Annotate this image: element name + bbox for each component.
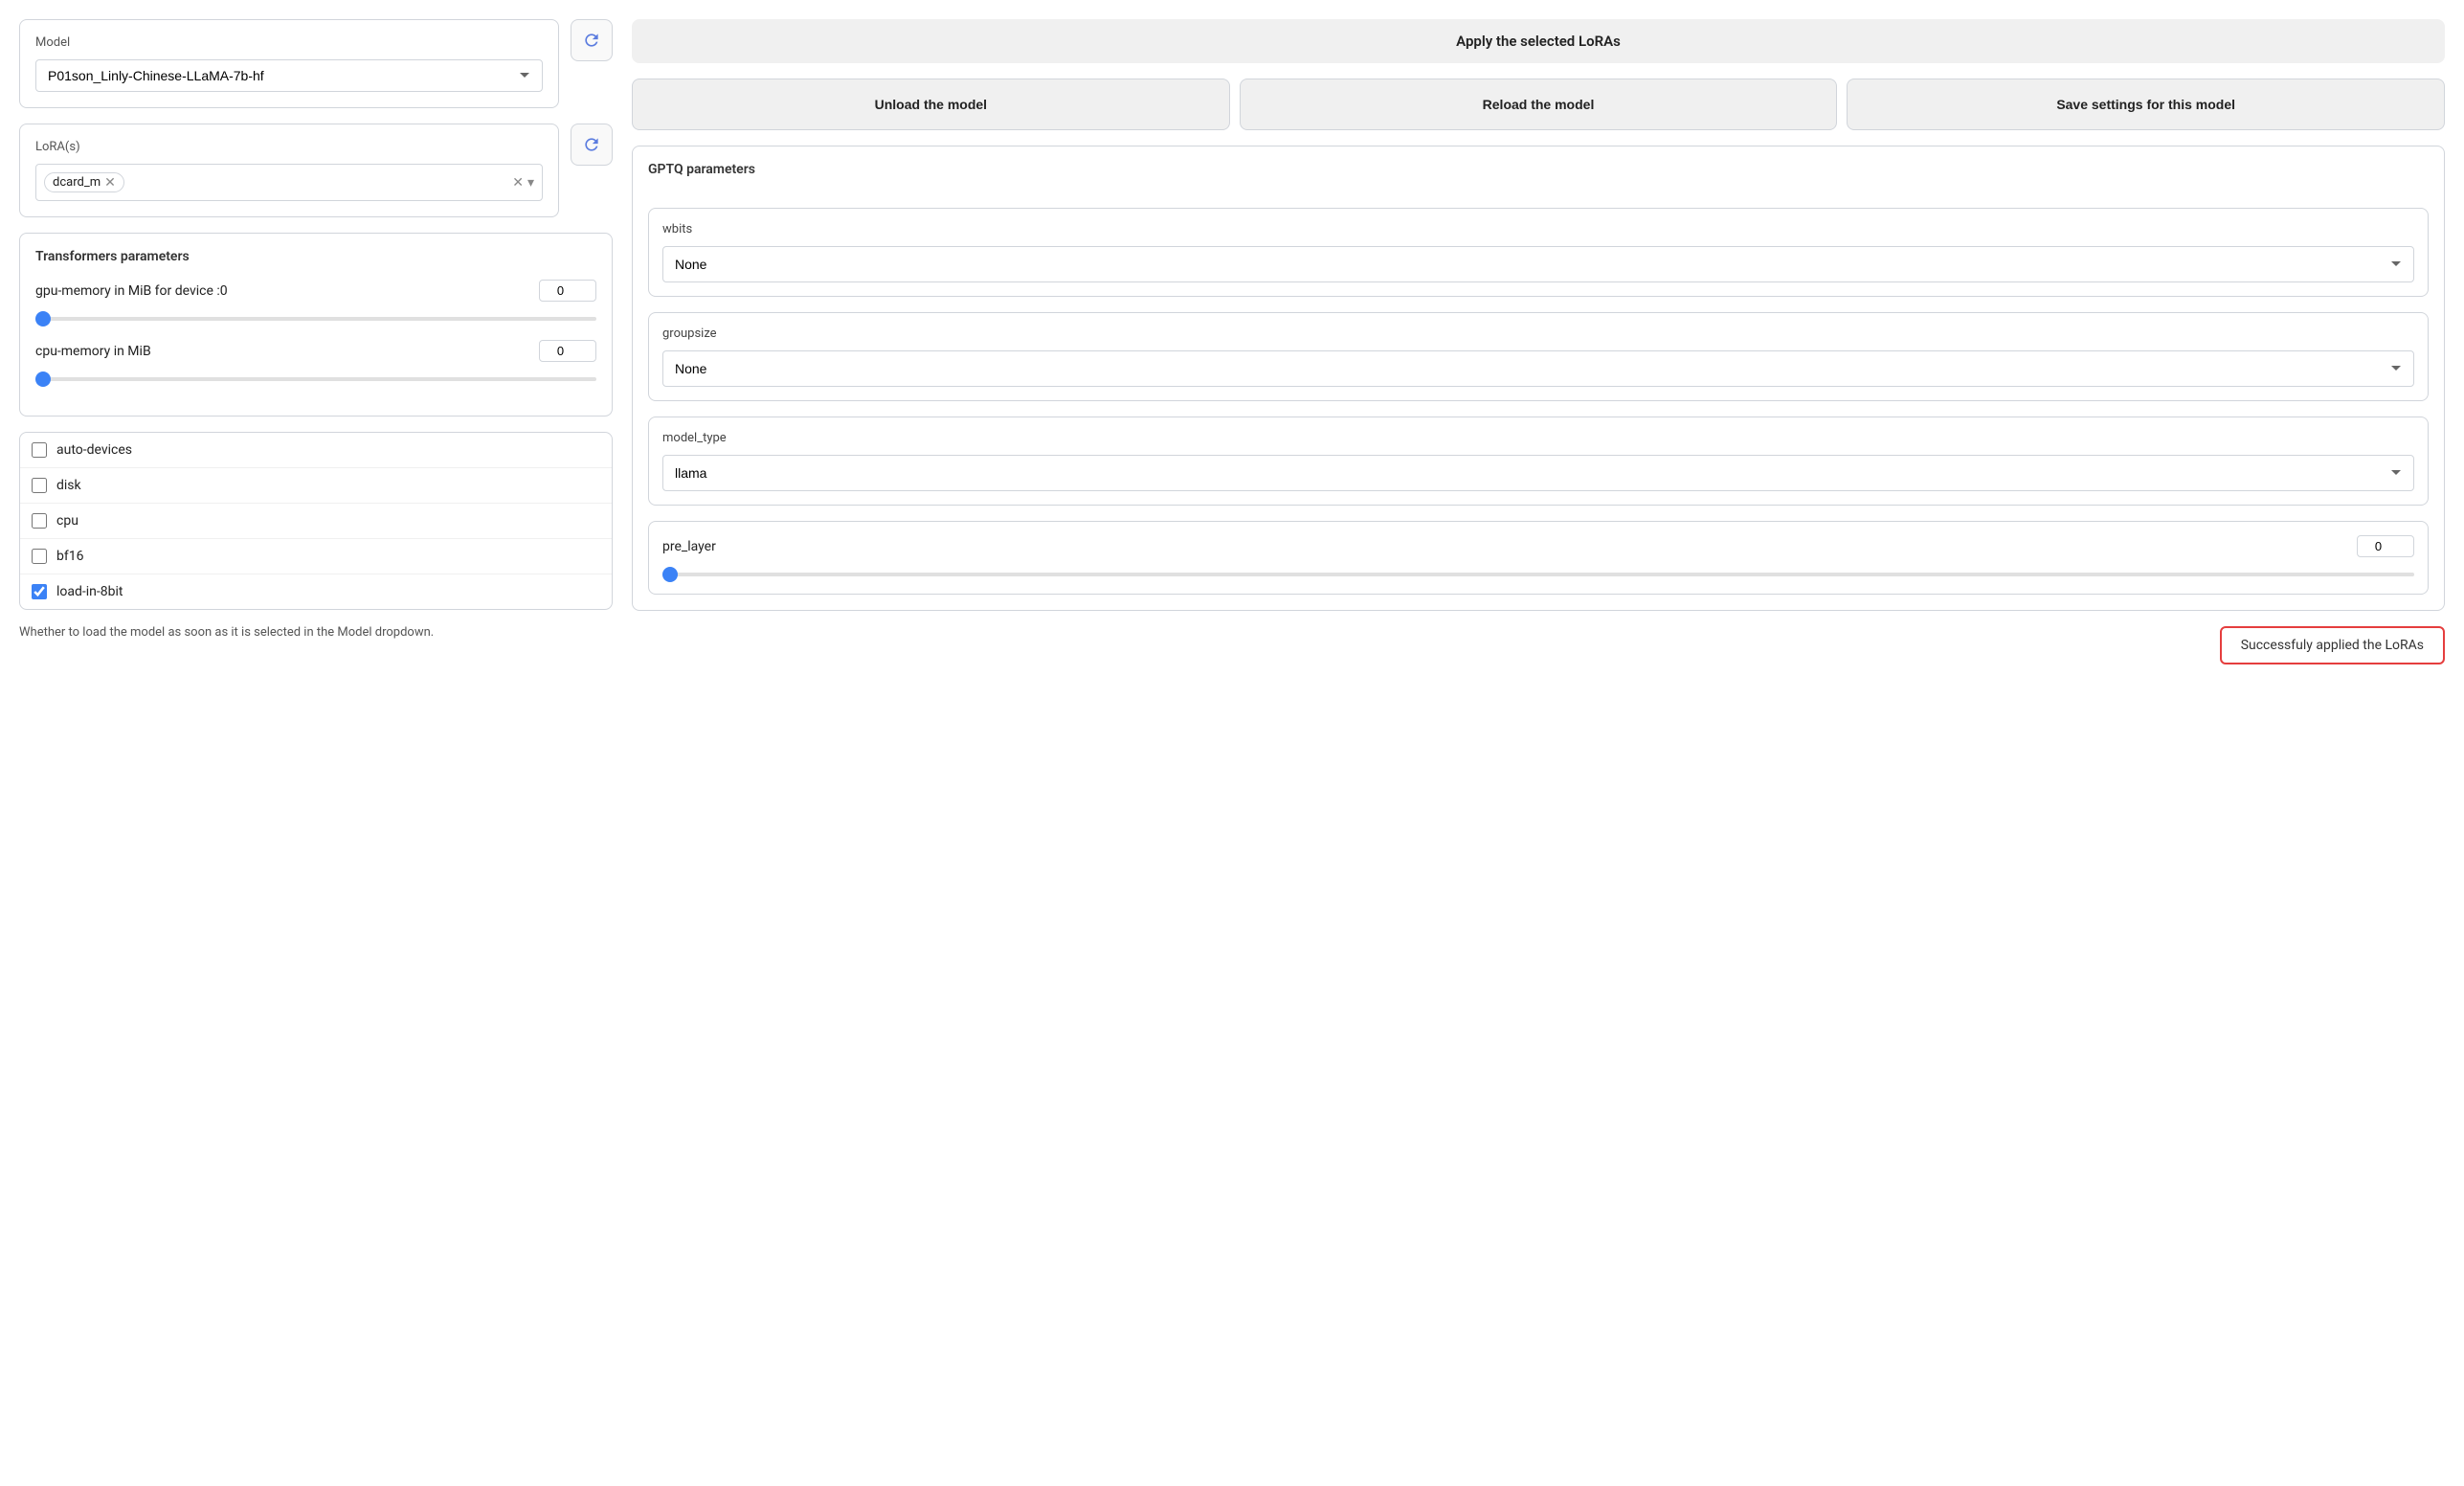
action-buttons: Unload the model Reload the model Save s… xyxy=(632,79,2445,130)
load-in-8bit-row: load-in-8bit xyxy=(20,574,612,609)
model-label: Model xyxy=(35,35,543,50)
gpu-memory-param: gpu-memory in MiB for device :0 xyxy=(35,280,596,325)
pre-layer-label: pre_layer xyxy=(662,539,716,554)
model-type-param-block: model_type llama opt gpt-j xyxy=(648,417,2429,506)
apply-loras-bar: Apply the selected LoRAs xyxy=(632,19,2445,63)
groupsize-param-block: groupsize None 32 64 128 1024 xyxy=(648,312,2429,401)
wbits-label: wbits xyxy=(662,222,2414,236)
pre-layer-slider[interactable] xyxy=(662,573,2414,576)
lora-input-area[interactable]: dcard_m ✕ ✕ ▾ xyxy=(35,164,543,201)
cpu-label: cpu xyxy=(56,513,78,529)
gpu-memory-input[interactable] xyxy=(539,280,596,302)
wbits-param-block: wbits None 2 3 4 8 xyxy=(648,208,2429,297)
load-in-8bit-checkbox[interactable] xyxy=(32,584,47,599)
gpu-memory-label: gpu-memory in MiB for device :0 xyxy=(35,283,228,299)
pre-layer-input[interactable] xyxy=(2357,535,2414,557)
cpu-memory-param: cpu-memory in MiB xyxy=(35,340,596,385)
lora-clear-x-icon: ✕ xyxy=(512,175,524,191)
lora-dropdown-icon: ▾ xyxy=(527,175,534,191)
bf16-checkbox[interactable] xyxy=(32,549,47,564)
cpu-checkbox[interactable] xyxy=(32,513,47,529)
bf16-row: bf16 xyxy=(20,539,612,574)
gptq-params-section: GPTQ parameters wbits None 2 3 4 8 group… xyxy=(632,146,2445,611)
transformers-params-section: Transformers parameters gpu-memory in Mi… xyxy=(19,233,613,417)
gptq-params-title: GPTQ parameters xyxy=(648,162,2429,177)
lora-clear-button[interactable]: ✕ ▾ xyxy=(512,175,534,191)
disk-row: disk xyxy=(20,468,612,504)
disk-label: disk xyxy=(56,478,81,493)
cpu-memory-slider[interactable] xyxy=(35,377,596,381)
wbits-select[interactable]: None 2 3 4 8 xyxy=(662,246,2414,282)
groupsize-select[interactable]: None 32 64 128 1024 xyxy=(662,350,2414,387)
lora-label: LoRA(s) xyxy=(35,140,543,154)
checkboxes-card: auto-devices disk cpu bf16 load-in-8bit xyxy=(19,432,613,610)
save-settings-button[interactable]: Save settings for this model xyxy=(1847,79,2445,130)
model-refresh-button[interactable] xyxy=(571,19,613,61)
lora-tag-name: dcard_m xyxy=(53,175,101,190)
reload-model-button[interactable]: Reload the model xyxy=(1240,79,1838,130)
bottom-hint: Whether to load the model as soon as it … xyxy=(19,625,613,640)
bf16-label: bf16 xyxy=(56,549,83,564)
cpu-row: cpu xyxy=(20,504,612,539)
lora-refresh-button[interactable] xyxy=(571,124,613,166)
auto-devices-label: auto-devices xyxy=(56,442,132,458)
groupsize-label: groupsize xyxy=(662,326,2414,341)
pre-layer-param-block: pre_layer xyxy=(648,521,2429,595)
disk-checkbox[interactable] xyxy=(32,478,47,493)
model-select[interactable]: P01son_Linly-Chinese-LLaMA-7b-hf xyxy=(35,59,543,92)
cpu-memory-input[interactable] xyxy=(539,340,596,362)
auto-devices-checkbox[interactable] xyxy=(32,442,47,458)
cpu-memory-label: cpu-memory in MiB xyxy=(35,344,151,359)
transformers-params-title: Transformers parameters xyxy=(35,249,596,264)
model-type-label: model_type xyxy=(662,431,2414,445)
model-type-select[interactable]: llama opt gpt-j xyxy=(662,455,2414,491)
unload-model-button[interactable]: Unload the model xyxy=(632,79,1230,130)
success-badge: Successfuly applied the LoRAs xyxy=(2220,626,2445,664)
auto-devices-row: auto-devices xyxy=(20,433,612,468)
lora-tag-close-icon[interactable]: ✕ xyxy=(104,176,116,190)
gpu-memory-slider[interactable] xyxy=(35,317,596,321)
lora-tag: dcard_m ✕ xyxy=(44,172,124,192)
load-in-8bit-label: load-in-8bit xyxy=(56,584,123,599)
